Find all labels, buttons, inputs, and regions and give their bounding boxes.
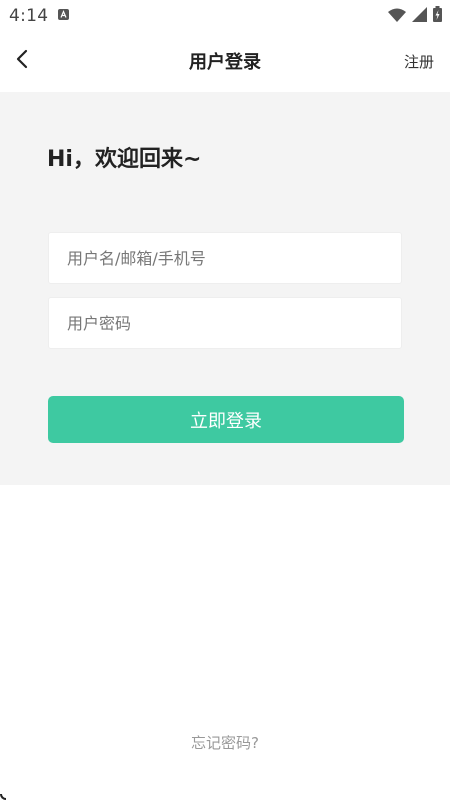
status-icons — [388, 6, 442, 26]
login-panel: Hi，欢迎回来~ 立即登录 — [0, 92, 450, 485]
login-button[interactable]: 立即登录 — [48, 396, 404, 443]
status-time: 4:14 — [9, 6, 49, 26]
password-field — [48, 297, 402, 349]
username-input[interactable] — [49, 233, 401, 283]
page-title: 用户登录 — [189, 52, 261, 73]
nav-bar: 用户登录 注册 — [0, 32, 450, 90]
app-notification-icon — [58, 9, 69, 20]
register-link[interactable]: 注册 — [404, 51, 434, 72]
password-input[interactable] — [49, 298, 401, 348]
username-field — [48, 232, 402, 284]
greeting-heading: Hi，欢迎回来~ — [47, 147, 202, 172]
status-bar: 4:14 — [0, 0, 450, 32]
battery-icon — [433, 6, 442, 26]
forgot-password-link[interactable]: 忘记密码? — [0, 732, 450, 753]
screen-corner — [0, 794, 6, 800]
wifi-icon — [388, 7, 406, 26]
signal-icon — [412, 6, 427, 26]
